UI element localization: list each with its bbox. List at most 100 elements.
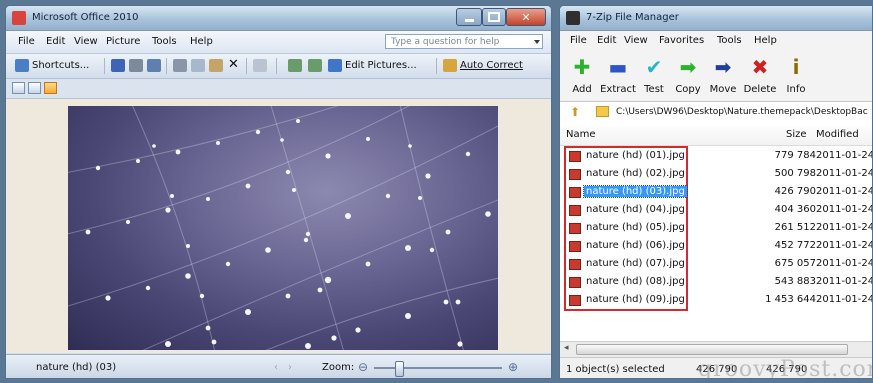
thumbnail-view-icon[interactable] bbox=[12, 82, 25, 94]
move-button[interactable]: ➡ Move bbox=[703, 54, 743, 98]
help-search-input[interactable]: Type a question for help bbox=[385, 34, 543, 49]
file-modified: 2011-01-24 bbox=[816, 276, 873, 287]
edit-pictures-button[interactable]: Edit Pictures... bbox=[345, 60, 417, 71]
toolbar-button-label: Extract bbox=[600, 84, 636, 95]
zip-menu-edit[interactable]: Edit bbox=[597, 35, 616, 46]
file-name: nature (hd) (07).jpg bbox=[586, 258, 685, 269]
dewdrop-web-illustration bbox=[68, 106, 498, 350]
info-icon: i bbox=[792, 55, 800, 79]
file-row[interactable]: nature (hd) (06).jpg 452 772 2011-01-24 bbox=[560, 238, 872, 255]
rotate-left-icon[interactable] bbox=[288, 59, 302, 72]
extract-button[interactable]: ▬ Extract bbox=[598, 54, 638, 98]
delete-icon[interactable]: ✕ bbox=[228, 57, 239, 72]
file-size: 261 512 bbox=[774, 222, 816, 233]
copy-button[interactable]: ➡ Copy bbox=[668, 54, 708, 98]
zoom-slider[interactable] bbox=[374, 361, 502, 377]
menu-help[interactable]: Help bbox=[190, 36, 213, 47]
seven-zip-titlebar[interactable]: 7-Zip File Manager bbox=[560, 6, 872, 31]
standard-toolbar: Shortcuts... ✕ Edit Pictures... Auto Cor… bbox=[6, 54, 551, 79]
filmstrip-view-icon[interactable] bbox=[28, 82, 41, 94]
zip-menu-help[interactable]: Help bbox=[754, 35, 777, 46]
maximize-icon bbox=[488, 12, 500, 22]
auto-correct-button[interactable]: Auto Correct bbox=[460, 60, 523, 71]
close-button[interactable]: ✕ bbox=[506, 8, 546, 26]
file-row[interactable]: nature (hd) (07).jpg 675 057 2011-01-24 bbox=[560, 256, 872, 273]
zip-menu-file[interactable]: File bbox=[570, 35, 587, 46]
minimize-icon bbox=[464, 18, 474, 22]
minimize-button[interactable] bbox=[456, 8, 482, 26]
zoom-slider-thumb[interactable] bbox=[395, 361, 404, 377]
zip-menu-tools[interactable]: Tools bbox=[717, 35, 742, 46]
file-modified: 2011-01-24 bbox=[816, 294, 873, 305]
print-icon[interactable] bbox=[129, 59, 143, 72]
watermark: groovyPost.com bbox=[698, 357, 873, 379]
rotate-right-icon[interactable] bbox=[308, 59, 322, 72]
toolbar-separator bbox=[104, 58, 105, 74]
column-size[interactable]: Size bbox=[786, 129, 807, 140]
file-row[interactable]: nature (hd) (05).jpg 261 512 2011-01-24 bbox=[560, 220, 872, 237]
file-name: nature (hd) (04).jpg bbox=[586, 204, 685, 215]
toolbar-separator bbox=[166, 58, 167, 74]
auto-correct-icon bbox=[443, 59, 457, 72]
shortcuts-button[interactable]: Shortcuts... bbox=[32, 60, 89, 71]
menu-file[interactable]: File bbox=[18, 36, 35, 47]
file-row[interactable]: nature (hd) (04).jpg 404 360 2011-01-24 bbox=[560, 202, 872, 219]
maximize-button[interactable] bbox=[482, 8, 506, 26]
copy-icon[interactable] bbox=[191, 59, 205, 72]
address-bar[interactable]: ⬆ C:\Users\DW96\Desktop\Nature.themepack… bbox=[560, 101, 872, 124]
single-picture-view-icon[interactable] bbox=[44, 82, 57, 94]
next-picture-icon[interactable]: › bbox=[288, 362, 292, 373]
file-list-header: Name Size Modified bbox=[560, 123, 872, 146]
zoom-out-icon[interactable]: ⊖ bbox=[358, 360, 368, 374]
zip-menu-view[interactable]: View bbox=[624, 35, 648, 46]
file-name: nature (hd) (06).jpg bbox=[586, 240, 685, 251]
menu-bar: File Edit View Picture Tools Help Type a… bbox=[6, 31, 551, 54]
add-button[interactable]: ✚ Add bbox=[562, 54, 602, 98]
delete-button[interactable]: ✖ Delete bbox=[740, 54, 780, 98]
previous-picture-icon[interactable]: ‹ bbox=[274, 362, 278, 373]
menu-tools[interactable]: Tools bbox=[152, 36, 177, 47]
column-modified[interactable]: Modified bbox=[816, 129, 859, 140]
file-name: nature (hd) (01).jpg bbox=[586, 150, 685, 161]
file-row[interactable]: nature (hd) (01).jpg 779 784 2011-01-24 bbox=[560, 148, 872, 165]
file-row[interactable]: nature (hd) (08).jpg 543 883 2011-01-24 bbox=[560, 274, 872, 291]
save-icon[interactable] bbox=[111, 59, 125, 72]
zoom-label: Zoom: bbox=[322, 362, 355, 373]
zip-menu-bar: File Edit View Favorites Tools Help bbox=[560, 31, 872, 50]
email-icon[interactable] bbox=[147, 59, 161, 72]
file-size: 779 784 bbox=[774, 150, 816, 161]
seven-zip-app-icon bbox=[566, 11, 580, 25]
undo-icon[interactable] bbox=[253, 59, 267, 72]
image-file-icon bbox=[569, 205, 581, 216]
file-row[interactable]: nature (hd) (02).jpg 500 798 2011-01-24 bbox=[560, 166, 872, 183]
paste-icon[interactable] bbox=[209, 59, 223, 72]
file-name: nature (hd) (03).jpg bbox=[583, 185, 688, 198]
cut-icon[interactable] bbox=[173, 59, 187, 72]
image-file-icon bbox=[569, 295, 581, 306]
scrollbar-thumb[interactable] bbox=[576, 344, 848, 355]
file-row[interactable]: nature (hd) (03).jpg 426 790 2011-01-24 bbox=[560, 184, 872, 201]
file-name: nature (hd) (09).jpg bbox=[586, 294, 685, 305]
column-name[interactable]: Name bbox=[566, 129, 596, 140]
file-list: Name Size Modified nature (hd) (01).jpg 7… bbox=[560, 123, 872, 341]
file-name: nature (hd) (08).jpg bbox=[586, 276, 685, 287]
menu-view[interactable]: View bbox=[74, 36, 98, 47]
window-title: 7-Zip File Manager bbox=[586, 12, 679, 23]
horizontal-scrollbar[interactable]: ◂ bbox=[560, 341, 872, 357]
file-modified: 2011-01-24 bbox=[816, 222, 873, 233]
file-modified: 2011-01-24 bbox=[816, 258, 873, 269]
picture-preview-area bbox=[6, 99, 551, 353]
up-folder-icon[interactable]: ⬆ bbox=[570, 105, 580, 119]
file-row[interactable]: nature (hd) (09).jpg 1 453 644 2011-01-24 bbox=[560, 292, 872, 309]
scroll-left-icon[interactable]: ◂ bbox=[564, 343, 569, 353]
file-name: nature (hd) (05).jpg bbox=[586, 222, 685, 233]
file-modified: 2011-01-24 bbox=[816, 168, 873, 179]
image-file-icon bbox=[569, 259, 581, 270]
menu-edit[interactable]: Edit bbox=[46, 36, 65, 47]
picture-manager-titlebar[interactable]: Microsoft Office 2010 ✕ bbox=[6, 6, 551, 31]
file-size: 675 057 bbox=[774, 258, 816, 269]
menu-picture[interactable]: Picture bbox=[106, 36, 140, 47]
zip-menu-favorites[interactable]: Favorites bbox=[659, 35, 704, 46]
zoom-in-icon[interactable]: ⊕ bbox=[508, 360, 518, 374]
info-button[interactable]: i Info bbox=[776, 54, 816, 98]
